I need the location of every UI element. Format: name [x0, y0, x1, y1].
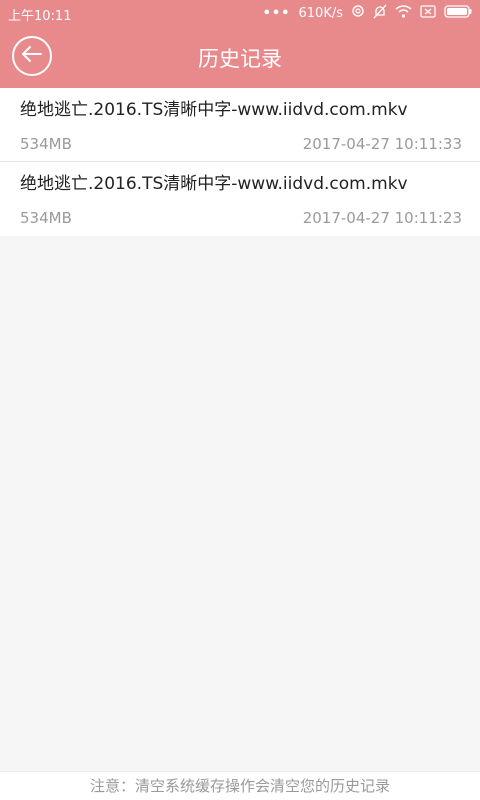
status-time: 上午10:11 — [8, 9, 72, 24]
no-sim-icon — [420, 4, 436, 22]
clear-cache-note: 注意：清空系统缓存操作会清空您的历史记录 — [0, 771, 480, 800]
status-icons: ••• 610K/s — [263, 3, 472, 23]
history-list: 绝地逃亡.2016.TS清晰中字-www.iidvd.com.mkv 534MB… — [0, 88, 480, 236]
file-name: 绝地逃亡.2016.TS清晰中字-www.iidvd.com.mkv — [20, 100, 408, 120]
wifi-icon — [395, 4, 412, 22]
history-item[interactable]: 绝地逃亡.2016.TS清晰中字-www.iidvd.com.mkv 534MB… — [0, 162, 480, 236]
history-timestamp: 2017-04-27 10:11:33 — [302, 135, 462, 153]
page-title: 历史记录 — [198, 47, 282, 71]
file-size: 534MB — [20, 135, 72, 153]
history-item[interactable]: 绝地逃亡.2016.TS清晰中字-www.iidvd.com.mkv 534MB… — [0, 88, 480, 162]
status-bar: 上午10:11 ••• 610K/s — [0, 0, 480, 26]
app-bar: 历史记录 — [0, 26, 480, 88]
mute-bell-icon — [373, 4, 387, 23]
battery-icon — [444, 4, 472, 22]
file-name: 绝地逃亡.2016.TS清晰中字-www.iidvd.com.mkv — [20, 174, 408, 194]
sync-icon — [351, 4, 365, 22]
file-size: 534MB — [20, 209, 72, 227]
more-dots-icon: ••• — [262, 5, 291, 21]
network-speed: 610K/s — [298, 5, 344, 21]
history-timestamp: 2017-04-27 10:11:23 — [302, 209, 462, 227]
